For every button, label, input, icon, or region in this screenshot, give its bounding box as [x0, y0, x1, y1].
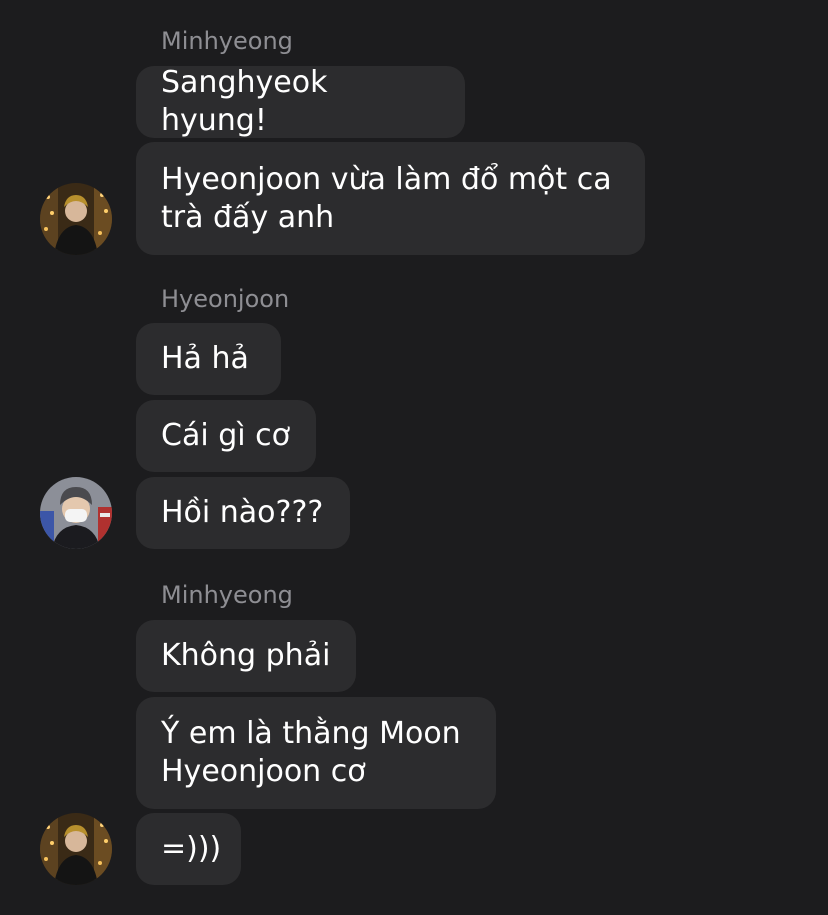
user-avatar-minhyeong-icon[interactable] [40, 813, 112, 885]
message-bubble[interactable]: =))) [136, 813, 241, 885]
sender-name: Minhyeong [161, 581, 293, 609]
message-bubble[interactable]: Hồi nào??? [136, 477, 350, 549]
message-bubble[interactable]: Không phải [136, 620, 356, 692]
message-bubble[interactable]: Ý em là thằng Moon Hyeonjoon cơ [136, 697, 496, 809]
message-bubble[interactable]: Sanghyeok hyung! [136, 65, 465, 138]
sender-name: Hyeonjoon [161, 285, 290, 313]
message-bubble[interactable]: Cái gì cơ [136, 400, 316, 472]
sender-name: Minhyeong [161, 27, 293, 55]
user-avatar-hyeonjoon-icon[interactable] [40, 477, 112, 549]
message-bubble[interactable]: Hả hả [136, 323, 281, 395]
user-avatar-minhyeong-icon[interactable] [40, 183, 112, 255]
message-bubble[interactable]: Hyeonjoon vừa làm đổ một ca trà đấy anh [136, 142, 645, 255]
chat-thread: Minhyeong Sanghyeok hyung! Hyeonjoon vừa… [0, 0, 828, 915]
